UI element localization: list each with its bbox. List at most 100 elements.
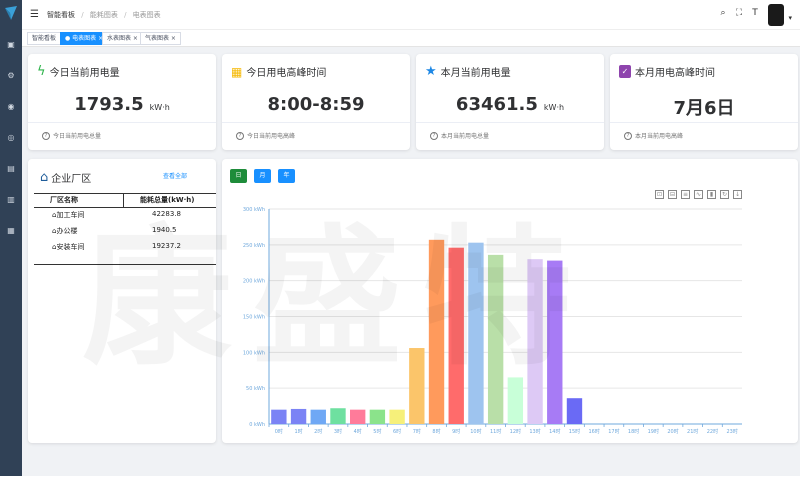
breadcrumb-item: 电表图表	[132, 11, 161, 19]
y-tick-label: 150 kWh	[243, 315, 265, 321]
view-all-link[interactable]: 查看全部	[163, 171, 187, 180]
stat-card-today-usage: ϟ 今日当前用电量 1793.5 kW·h ? 今日当前用电总量	[28, 54, 216, 150]
chart-bar	[507, 377, 524, 424]
x-tick-label: 1时	[294, 428, 302, 435]
stat-card-month-usage: ★ 本月当前用电量 63461.5 kW·h ? 本月当前用电总量	[416, 54, 604, 150]
table-cell: 19237.2	[152, 242, 181, 250]
chart-bar	[271, 409, 287, 424]
x-tick-label: 22时	[707, 428, 718, 435]
star-icon: ★	[425, 64, 437, 79]
x-tick-label: 12时	[510, 428, 521, 435]
question-icon: ?	[624, 131, 632, 140]
table-row[interactable]: ⌂安装车间 19237.2	[34, 242, 216, 256]
dashboard-icon[interactable]: ▣	[6, 40, 16, 50]
monitor-icon[interactable]: ◎	[6, 133, 16, 143]
stat-title: 本月用电高峰时间	[635, 68, 715, 79]
breadcrumb-item[interactable]: 智能看板	[47, 11, 75, 19]
x-tick-label: 23时	[726, 428, 737, 435]
font-size-icon[interactable]: T	[750, 8, 760, 18]
tags-view: 智能看板 ● 电表图表 × 水表图表 × 气表图表 ×	[22, 30, 800, 47]
x-tick-label: 19时	[648, 428, 659, 435]
x-tick-label: 9时	[452, 428, 460, 435]
table-row[interactable]: ⌂加工车间 42283.8	[34, 210, 216, 224]
x-tick-label: 21时	[687, 428, 698, 435]
x-tick-label: 2时	[314, 428, 322, 435]
x-tick-label: 14时	[549, 428, 560, 435]
chart-bar	[487, 254, 504, 424]
table-row[interactable]: ⌂办公楼 1940.5	[34, 226, 216, 240]
fullscreen-icon[interactable]: ⛶	[734, 8, 744, 18]
x-tick-label: 7时	[413, 428, 421, 435]
chart-bar	[566, 398, 583, 424]
main-content: ϟ 今日当前用电量 1793.5 kW·h ? 今日当前用电总量 ▦ 今日用电高峰时间 …	[22, 47, 800, 476]
stat-value: 63461.5	[455, 94, 538, 115]
x-tick-label: 17时	[608, 428, 619, 435]
tag-water[interactable]: 水表图表 ×	[102, 32, 143, 45]
x-tick-label: 10时	[470, 428, 481, 435]
chart-bar	[448, 247, 464, 424]
document-icon[interactable]: ▥	[6, 195, 16, 205]
calendar-icon: ▦	[231, 64, 243, 79]
y-tick-label: 250 kWh	[243, 243, 265, 249]
column-header: 能耗总量(kW·h)	[140, 196, 195, 204]
home-icon: ⌂	[40, 170, 49, 185]
y-tick-label: 300 kWh	[243, 207, 265, 213]
chart-card: 日 月 年 ⊡ ⊟ ≡ ∿ ▮ ↻ ↓ 0 kWh 50 kWh 100 kWh 15…	[222, 159, 798, 443]
table-cell: 1940.5	[152, 226, 177, 234]
chart-icon[interactable]: ▤	[6, 164, 16, 174]
chart-bar	[369, 409, 386, 424]
menu-toggle-icon[interactable]: ☰	[30, 9, 39, 20]
stat-value: 7月6日	[673, 98, 735, 119]
x-tick-label: 16时	[589, 428, 600, 435]
question-icon: ?	[42, 131, 50, 140]
stat-footnote: 本月当前用电高峰	[635, 133, 684, 140]
stat-title: 本月当前用电量	[440, 68, 511, 79]
question-icon: ?	[430, 131, 438, 140]
logo-icon	[5, 6, 17, 20]
question-icon: ?	[236, 131, 244, 140]
stat-unit: kW·h	[149, 103, 170, 112]
x-tick-label: 0时	[275, 428, 283, 435]
stat-value: 1793.5	[74, 94, 144, 115]
y-tick-label: 50 kWh	[246, 386, 265, 392]
stat-footnote: 今日当前用电总量	[53, 133, 102, 140]
stat-card-month-peak: ✓ 本月用电高峰时间 7月6日 ? 本月当前用电高峰	[610, 54, 798, 150]
table-cell: 42283.8	[152, 210, 181, 218]
clipboard-icon: ✓	[619, 65, 631, 78]
factory-card: ⌂ 企业厂区 查看全部 厂区名称 能耗总量(kW·h) ⌂加工车间 42283.8…	[28, 159, 216, 443]
avatar[interactable]	[768, 4, 784, 26]
globe-icon[interactable]: ◉	[6, 102, 16, 112]
x-tick-label: 13时	[529, 428, 540, 435]
sidebar: ▣ ⚙ ◉ ◎ ▤ ▥ ▦	[0, 0, 22, 476]
x-tick-label: 8时	[432, 428, 440, 435]
chart-bar	[547, 260, 563, 424]
stat-title: 今日当前用电量	[49, 68, 120, 79]
lightning-icon: ϟ	[37, 64, 46, 79]
table-header: 厂区名称 能耗总量(kW·h)	[34, 194, 216, 208]
search-icon[interactable]: ⌕	[718, 8, 728, 18]
y-tick-label: 200 kWh	[243, 279, 265, 285]
settings-icon[interactable]: ⚙	[6, 71, 16, 81]
x-tick-label: 11时	[490, 428, 501, 435]
x-tick-label: 6时	[393, 428, 401, 435]
x-tick-label: 15时	[569, 428, 580, 435]
tag-gas[interactable]: 气表图表 ×	[140, 32, 181, 45]
chart-bar	[350, 409, 366, 424]
x-tick-label: 5时	[373, 428, 381, 435]
chart-bar	[290, 408, 307, 424]
breadcrumb-item[interactable]: 能耗图表	[90, 11, 118, 19]
x-tick-label: 4时	[354, 428, 362, 435]
stat-card-today-peak: ▦ 今日用电高峰时间 8:00-8:59 ? 今日当前用电高峰	[222, 54, 410, 150]
dropdown-icon[interactable]: ▾	[788, 14, 792, 22]
tag-dashboard[interactable]: 智能看板	[27, 32, 62, 45]
stat-footnote: 本月当前用电总量	[441, 133, 490, 140]
column-header: 厂区名称	[34, 194, 124, 207]
factory-title: 企业厂区	[51, 174, 92, 185]
file-icon[interactable]: ▦	[6, 226, 16, 236]
chart-bar	[389, 409, 405, 424]
stat-footnote: 今日当前用电高峰	[247, 133, 296, 140]
x-tick-label: 18时	[628, 428, 639, 435]
tag-electricity[interactable]: ● 电表图表 ×	[60, 32, 109, 45]
top-bar: ☰ 智能看板 / 能耗图表 / 电表图表 ⌕ ⛶ T ▾	[22, 0, 800, 30]
y-tick-label: 0 kWh	[249, 422, 265, 428]
